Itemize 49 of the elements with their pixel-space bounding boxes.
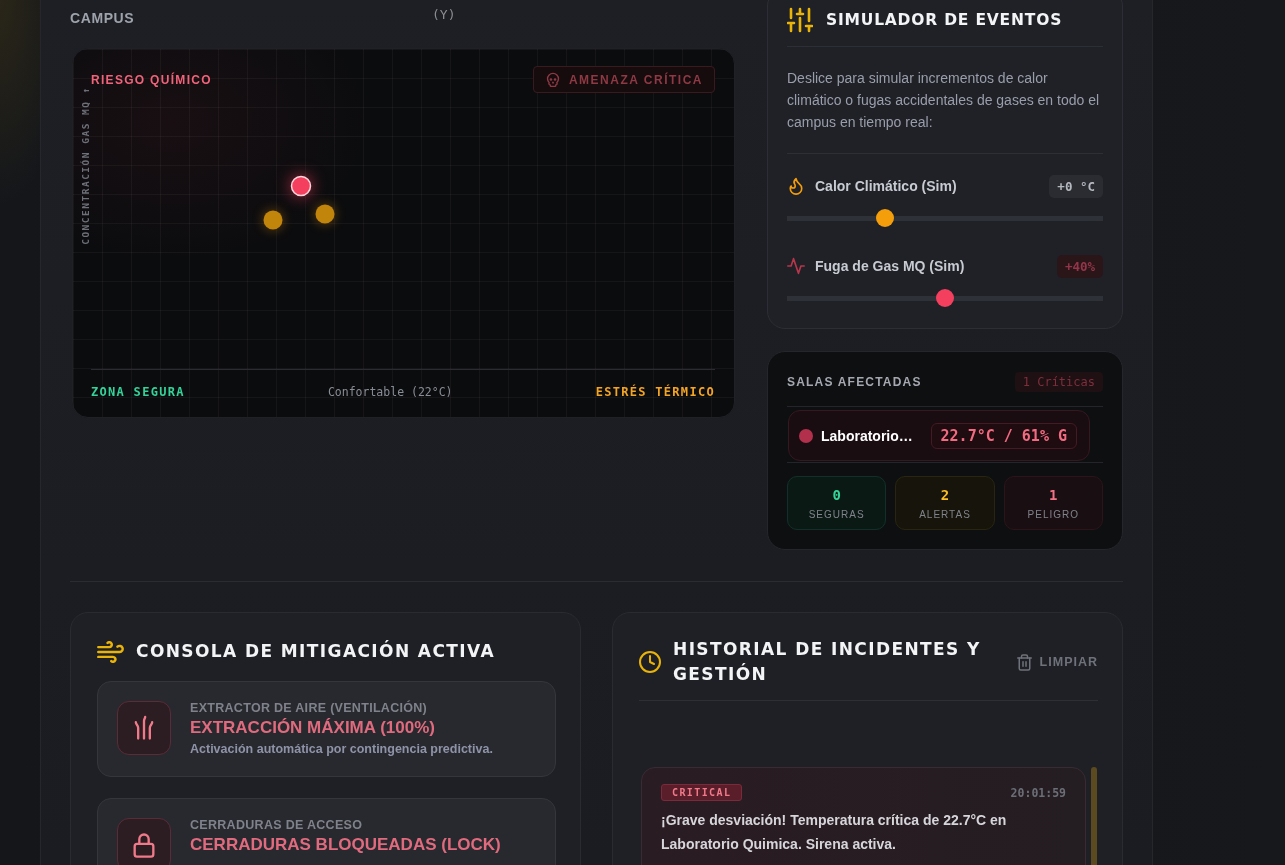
device-status: CERRADURAS BLOQUEADAS (LOCK) [190, 834, 501, 856]
stat-value: 0 [832, 486, 841, 503]
stat-label: ALERTAS [919, 508, 971, 520]
x-axis-label: Confortable (22°C) [327, 384, 453, 400]
scatter-point [315, 204, 335, 224]
critical-count-badge: 1 Críticas [1014, 372, 1103, 392]
quadrant-label: ESTRÉS TÉRMICO [595, 384, 715, 400]
pulse-icon [787, 257, 805, 275]
room-reading: 22.7°C / 61% G [930, 422, 1077, 449]
clock-icon [639, 651, 661, 673]
device-status: EXTRACCIÓN MÁXIMA (100%) [190, 717, 435, 739]
incident-time: 20:01:59 [1010, 785, 1066, 800]
device-label: EXTRACTOR DE AIRE (VENTILACIÓN) [190, 700, 428, 716]
quadrant-label: ZONA SEGURA [91, 384, 185, 400]
severity-tag: CRITICAL [661, 784, 743, 801]
scatter-point [263, 210, 283, 230]
status-dot-icon [799, 428, 813, 443]
room-name: Laboratorio… [821, 427, 914, 444]
slider-value: +0 °C [1049, 174, 1103, 198]
panel-title: SALAS AFECTADAS [787, 375, 922, 389]
slider-thumb[interactable] [936, 289, 954, 307]
trash-icon [1016, 653, 1032, 671]
flame-icon [787, 177, 805, 195]
quadrant-label: RIESGO QUÍMICO [91, 72, 212, 87]
threat-label: AMENAZA CRÍTICA [568, 72, 703, 87]
slider-label: Calor Climático (Sim) [815, 178, 957, 194]
slider-value: +40% [1056, 254, 1103, 278]
scatter-point [290, 175, 312, 197]
stat-value: 1 [1049, 486, 1058, 503]
airflow-icon [117, 701, 171, 755]
simulator-description: Deslice para simular incrementos de calor climático o fugas accidentales de gases en todo el campus en tiempo real: [787, 69, 1101, 132]
section-title: CAMPUS [70, 10, 135, 26]
skull-icon [545, 72, 560, 87]
sliders-icon [787, 7, 813, 33]
wind-icon [97, 640, 124, 663]
panel-title: CONSOLA DE MITIGACIÓN ACTIVA [136, 639, 495, 663]
device-description: Activación automática por contingencia predictiva. [190, 741, 493, 758]
stat-label: SEGURAS [808, 508, 865, 520]
stat-value: 2 [940, 486, 950, 503]
slider-label: Fuga de Gas MQ (Sim) [815, 258, 965, 274]
device-label: CERRADURAS DE ACCESO [190, 817, 363, 833]
slider-thumb[interactable] [876, 209, 895, 227]
incident-message: ¡Grave desviación! Temperatura crítica de 22.7°C en Laboratorio Quimica. Sirena activa. [661, 811, 1008, 854]
y-axis-label: CONCENTRACIÓN GAS MQ ↑ [80, 86, 91, 245]
panel-title: SIMULADOR DE EVENTOS [826, 10, 1063, 31]
room-item[interactable]: Laboratorio… 22.7°C / 61% G [788, 410, 1090, 461]
panel-title: HISTORIAL DE INCIDENTES Y GESTIÓN [673, 638, 982, 686]
stat-label: PELIGRO [1027, 508, 1080, 520]
chart-subtitle: (Y) [432, 7, 456, 22]
